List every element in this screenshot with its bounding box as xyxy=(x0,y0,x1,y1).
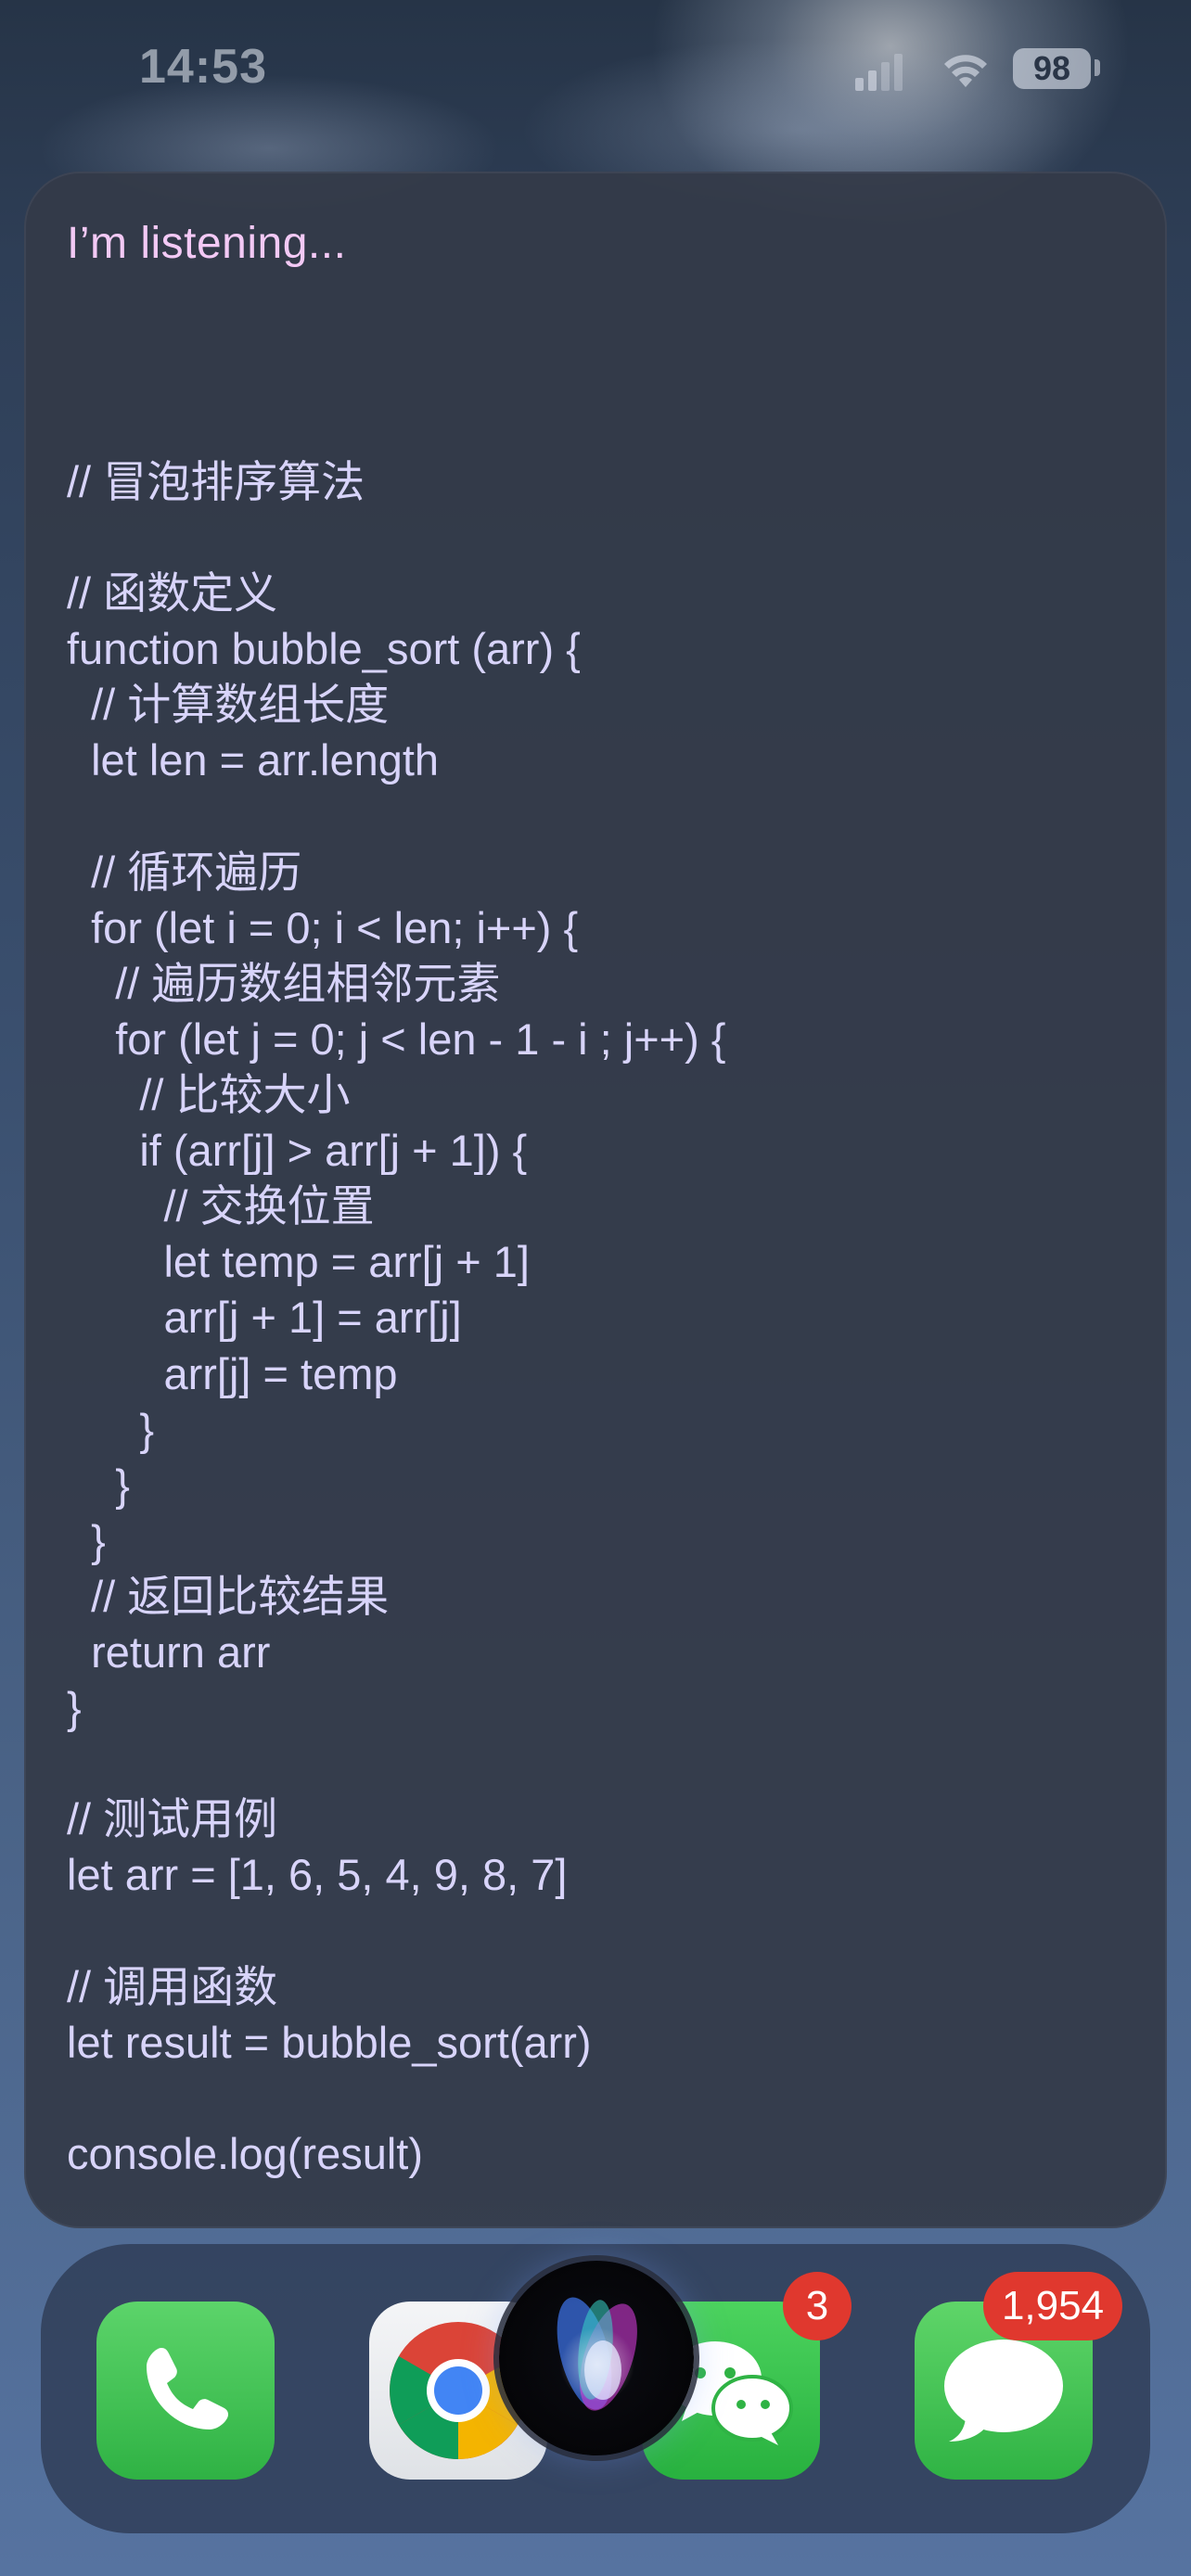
code-line: // 调用函数 xyxy=(67,1961,278,2011)
code-line: let temp = arr[j + 1] xyxy=(67,1237,530,1287)
code-line: // 冒泡排序算法 xyxy=(67,457,365,506)
code-line: // 函数定义 xyxy=(67,568,278,618)
code-line: // 比较大小 xyxy=(67,1070,351,1120)
code-snippet: // 冒泡排序算法 // 函数定义 function bubble_sort (ar… xyxy=(67,454,1133,2182)
code-line: } xyxy=(67,1404,155,1454)
code-line: } xyxy=(67,1515,106,1565)
battery-indicator: 98 xyxy=(1013,48,1091,89)
code-line: // 返回比较结果 xyxy=(67,1571,390,1621)
code-line: } xyxy=(67,1683,82,1733)
code-line: // 计算数组长度 xyxy=(67,680,390,730)
cellular-signal-icon xyxy=(855,54,903,91)
code-line: console.log(result) xyxy=(67,2128,424,2178)
phone-app-icon[interactable] xyxy=(96,2302,275,2480)
code-line: } xyxy=(67,1460,130,1510)
siri-waveform-icon xyxy=(557,2297,637,2411)
code-line: arr[j + 1] = arr[j] xyxy=(67,1293,462,1343)
code-line: let result = bubble_sort(arr) xyxy=(67,2017,592,2067)
battery-level: 98 xyxy=(1032,49,1071,87)
code-line: // 交换位置 xyxy=(67,1181,375,1231)
wechat-notification-badge: 3 xyxy=(783,2272,852,2340)
code-line: // 测试用例 xyxy=(67,1794,278,1844)
code-line: for (let j = 0; j < len - 1 - i ; j++) { xyxy=(67,1014,726,1064)
status-bar: 14:53 98 xyxy=(0,0,1191,139)
status-time: 14:53 xyxy=(139,40,267,94)
code-line: arr[j] = temp xyxy=(67,1348,398,1398)
battery-tip xyxy=(1095,59,1100,76)
siri-listening-status: I’m listening... xyxy=(67,219,347,268)
messages-notification-badge: 1,954 xyxy=(983,2272,1122,2340)
code-line: let len = arr.length xyxy=(67,735,440,785)
code-line: let arr = [1, 6, 5, 4, 9, 8, 7] xyxy=(67,1850,568,1900)
messages-icon xyxy=(944,2340,1063,2442)
siri-response-card[interactable]: I’m listening... // 冒泡排序算法 // 函数定义 functio… xyxy=(24,172,1167,2228)
code-line: // 循环遍历 xyxy=(67,847,302,897)
siri-orb-button[interactable] xyxy=(499,2261,694,2455)
code-line: // 遍历数组相邻元素 xyxy=(67,958,501,1008)
code-line: if (arr[j] > arr[j + 1]) { xyxy=(67,1126,528,1176)
code-line: return arr xyxy=(67,1626,271,1677)
phone-icon xyxy=(147,2348,228,2429)
code-line: function bubble_sort (arr) { xyxy=(67,624,581,674)
code-line: for (let i = 0; i < len; i++) { xyxy=(67,902,579,952)
wifi-icon xyxy=(944,55,987,87)
